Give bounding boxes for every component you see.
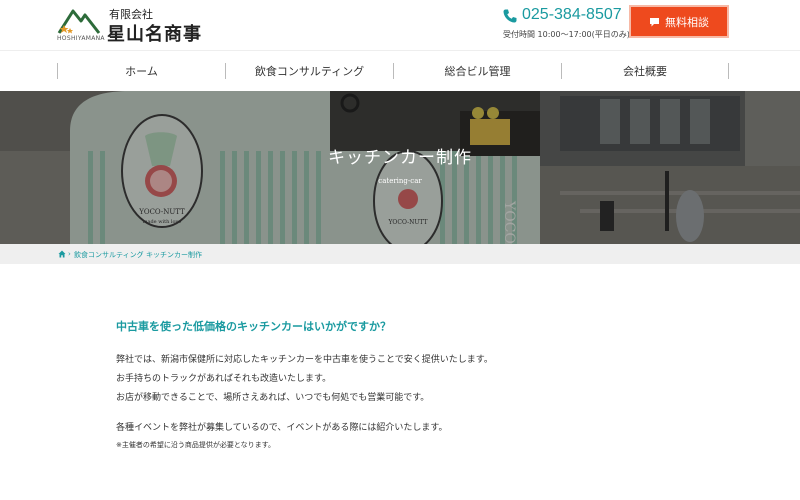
- breadcrumb-separator-icon: ›: [140, 250, 143, 258]
- main-navigation: ホーム 飲食コンサルティング 総合ビル管理 会社概要: [0, 50, 800, 91]
- contact-info: 025-384-8507 受付時間 10:00～17:00(平日のみ): [502, 4, 630, 44]
- nav-divider: [728, 63, 729, 79]
- body-paragraph: 弊社では、新潟市保健所に対応したキッチンカーを中古車を使うことで安く提供いたしま…: [116, 355, 493, 365]
- nav-item-company-profile[interactable]: 会社概要: [561, 63, 728, 79]
- nav-label: 飲食コンサルティング: [254, 65, 365, 78]
- section-heading: 中古車を使った低価格のキッチンカーはいかがですか？: [116, 320, 391, 333]
- logo-latin-text: HOSHIYAMANA: [57, 35, 105, 42]
- breadcrumb-current: キッチンカー制作: [146, 251, 202, 259]
- nav-label: 総合ビル管理: [444, 65, 511, 78]
- company-name: 星山名商事: [107, 24, 202, 45]
- breadcrumb-food-consulting[interactable]: 飲食コンサルティング: [74, 250, 144, 260]
- body-paragraph: 各種イベントを弊社が募集しているので、イベントがある際には紹介いたします。: [116, 423, 448, 433]
- nav-label: 会社概要: [623, 65, 667, 78]
- free-consultation-button[interactable]: 無料相談: [629, 5, 729, 38]
- body-paragraph: お店が移動できることで、場所さえあれば、いつでも何処でも営業可能です。: [116, 393, 430, 403]
- nav-item-building-management[interactable]: 総合ビル管理: [393, 63, 561, 79]
- nav-item-food-consulting[interactable]: 飲食コンサルティング: [225, 63, 393, 79]
- site-logo[interactable]: HOSHIYAMANA 有限会社 星山名商事: [55, 5, 205, 45]
- phone-number[interactable]: 025-384-8507: [522, 6, 622, 24]
- nav-item-home[interactable]: ホーム: [57, 63, 225, 79]
- nav-label: ホーム: [125, 65, 158, 78]
- footnote: ※主催者の希望に沿う商品提供が必要となります。: [116, 441, 275, 449]
- chat-bubble-icon: [650, 17, 659, 26]
- hero-subtitle: catering-car: [378, 177, 422, 185]
- consult-button-label: 無料相談: [665, 15, 709, 29]
- breadcrumb: › 飲食コンサルティング › キッチンカー制作: [0, 244, 800, 264]
- breadcrumb-separator-icon: ›: [68, 250, 71, 258]
- hero-title: キッチンカー制作: [328, 148, 472, 168]
- business-hours: 受付時間 10:00～17:00(平日のみ): [503, 30, 630, 39]
- phone-icon: [503, 9, 517, 23]
- site-header: HOSHIYAMANA 有限会社 星山名商事 025-384-8507 受付時間…: [0, 0, 800, 50]
- body-paragraph: お手持ちのトラックがあればそれも改造いたします。: [116, 374, 332, 384]
- home-icon[interactable]: [58, 250, 66, 258]
- hero-banner: YOCO-NUTT made with love YOCO-NUTT YOCO-…: [0, 91, 800, 244]
